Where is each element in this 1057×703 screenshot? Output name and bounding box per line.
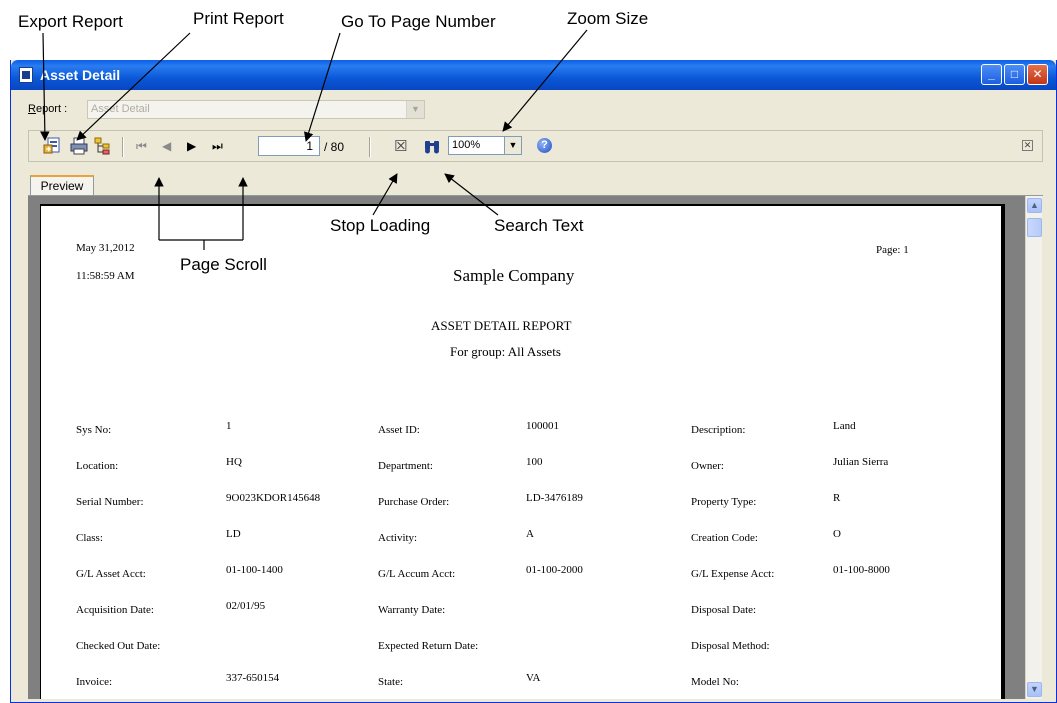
chevron-down-icon[interactable]: ▼	[504, 137, 521, 154]
field-value: HQ	[226, 456, 242, 468]
zoom-value: 100%	[452, 139, 481, 151]
callout-print-report: Print Report	[193, 9, 284, 28]
asset-detail-window: Asset Detail _ □ ✕ Report : Asset Detail…	[10, 60, 1057, 703]
field-label: Invoice:	[76, 676, 113, 688]
field-value: 100001	[526, 420, 559, 432]
field-label: Warranty Date:	[378, 604, 446, 616]
field-label: Purchase Order:	[378, 496, 450, 508]
toolbar-separator	[369, 137, 371, 157]
chevron-down-icon[interactable]: ▼	[406, 101, 424, 118]
report-toolbar: ⏮ ◀ ▶ ⏭ 1 / 80 ☒ 100% ▼ ? ✕	[28, 130, 1043, 162]
close-icon[interactable]: ✕	[1022, 140, 1033, 151]
export-icon[interactable]	[43, 137, 61, 154]
field-label: Property Type:	[691, 496, 757, 508]
field-label: Activity:	[378, 532, 418, 544]
report-label: Report :	[28, 103, 68, 115]
field-label: State:	[378, 676, 404, 688]
toolbar-separator	[122, 137, 124, 157]
field-label: Class:	[76, 532, 103, 544]
report-date: May 31,2012	[76, 242, 135, 254]
field-value: 01-100-8000	[833, 564, 890, 576]
field-value: LD-3476189	[526, 492, 583, 504]
report-time: 11:58:59 AM	[76, 270, 135, 282]
callout-go-to-page: Go To Page Number	[341, 12, 496, 31]
window-icon	[19, 67, 33, 83]
field-value: 02/01/95	[226, 600, 266, 612]
next-page-button[interactable]: ▶	[187, 139, 196, 153]
field-value: 01-100-2000	[526, 564, 583, 576]
report-group: For group: All Assets	[450, 344, 561, 359]
field-label: Sys No:	[76, 424, 112, 436]
field-label: Department:	[378, 460, 433, 472]
field-value: A	[526, 528, 534, 540]
field-label: Serial Number:	[76, 496, 144, 508]
callout-stop-loading: Stop Loading	[330, 216, 431, 235]
callout-page-scroll: Page Scroll	[180, 255, 267, 274]
printer-icon[interactable]	[70, 137, 88, 155]
total-pages: / 80	[324, 140, 345, 154]
zoom-select[interactable]: 100% ▼	[448, 136, 522, 155]
field-label: Checked Out Date:	[76, 640, 161, 652]
field-value: R	[833, 492, 841, 504]
field-label: Creation Code:	[691, 532, 758, 544]
scroll-down-icon[interactable]: ▼	[1027, 682, 1042, 697]
first-page-button[interactable]: ⏮	[136, 139, 147, 154]
field-label: G/L Accum Acct:	[378, 568, 456, 580]
maximize-button[interactable]: □	[1004, 64, 1025, 85]
field-label: G/L Asset Acct:	[76, 568, 146, 580]
report-page-number: Page: 1	[876, 244, 909, 256]
stop-loading-icon[interactable]: ☒	[394, 137, 407, 155]
field-value: 1	[226, 420, 232, 432]
field-value: 100	[526, 456, 543, 468]
field-label: Disposal Method:	[691, 640, 770, 652]
close-button[interactable]: ✕	[1027, 64, 1048, 85]
field-label: Owner:	[691, 460, 724, 472]
vertical-scrollbar[interactable]: ▲ ▼	[1025, 196, 1042, 699]
tab-preview[interactable]: Preview	[30, 175, 94, 196]
prev-page-button[interactable]: ◀	[162, 139, 171, 153]
report-select-value: Asset Detail	[91, 103, 150, 115]
field-label: Description:	[691, 424, 746, 436]
report-page: May 31,2012 11:58:59 AM Page: 1 Sample C…	[40, 204, 1001, 699]
report-select[interactable]: Asset Detail ▼	[87, 100, 425, 119]
title-bar[interactable]: Asset Detail _ □ ✕	[11, 60, 1056, 90]
field-value: Julian Sierra	[833, 456, 889, 468]
company-name: Sample Company	[453, 266, 575, 285]
field-value: 337-650154	[226, 672, 280, 684]
scroll-thumb[interactable]	[1027, 218, 1042, 237]
window-title: Asset Detail	[40, 67, 121, 83]
field-value: O	[833, 528, 841, 540]
field-label: Disposal Date:	[691, 604, 757, 616]
field-value: VA	[526, 672, 541, 684]
minimize-button[interactable]: _	[981, 64, 1002, 85]
field-label: Acquisition Date:	[76, 604, 154, 616]
field-value: 9O023KDOR145648	[226, 492, 321, 504]
field-value: 01-100-1400	[226, 564, 283, 576]
callout-export-report: Export Report	[18, 12, 123, 31]
callout-search-text: Search Text	[494, 216, 584, 235]
page-number-input[interactable]: 1	[258, 136, 320, 156]
field-value: LD	[226, 528, 241, 540]
help-icon[interactable]: ?	[537, 138, 552, 153]
last-page-button[interactable]: ⏭	[212, 139, 223, 154]
callout-zoom-size: Zoom Size	[567, 9, 649, 28]
binoculars-icon[interactable]	[423, 138, 441, 155]
group-tree-icon[interactable]	[94, 137, 112, 155]
field-label: Asset ID:	[378, 424, 420, 436]
scroll-up-icon[interactable]: ▲	[1027, 198, 1042, 213]
field-label: Expected Return Date:	[378, 640, 479, 652]
report-title: ASSET DETAIL REPORT	[431, 318, 572, 333]
field-label: Model No:	[691, 676, 739, 688]
field-value: Land	[833, 420, 856, 432]
field-label: Location:	[76, 460, 119, 472]
field-label: G/L Expense Acct:	[691, 568, 775, 580]
